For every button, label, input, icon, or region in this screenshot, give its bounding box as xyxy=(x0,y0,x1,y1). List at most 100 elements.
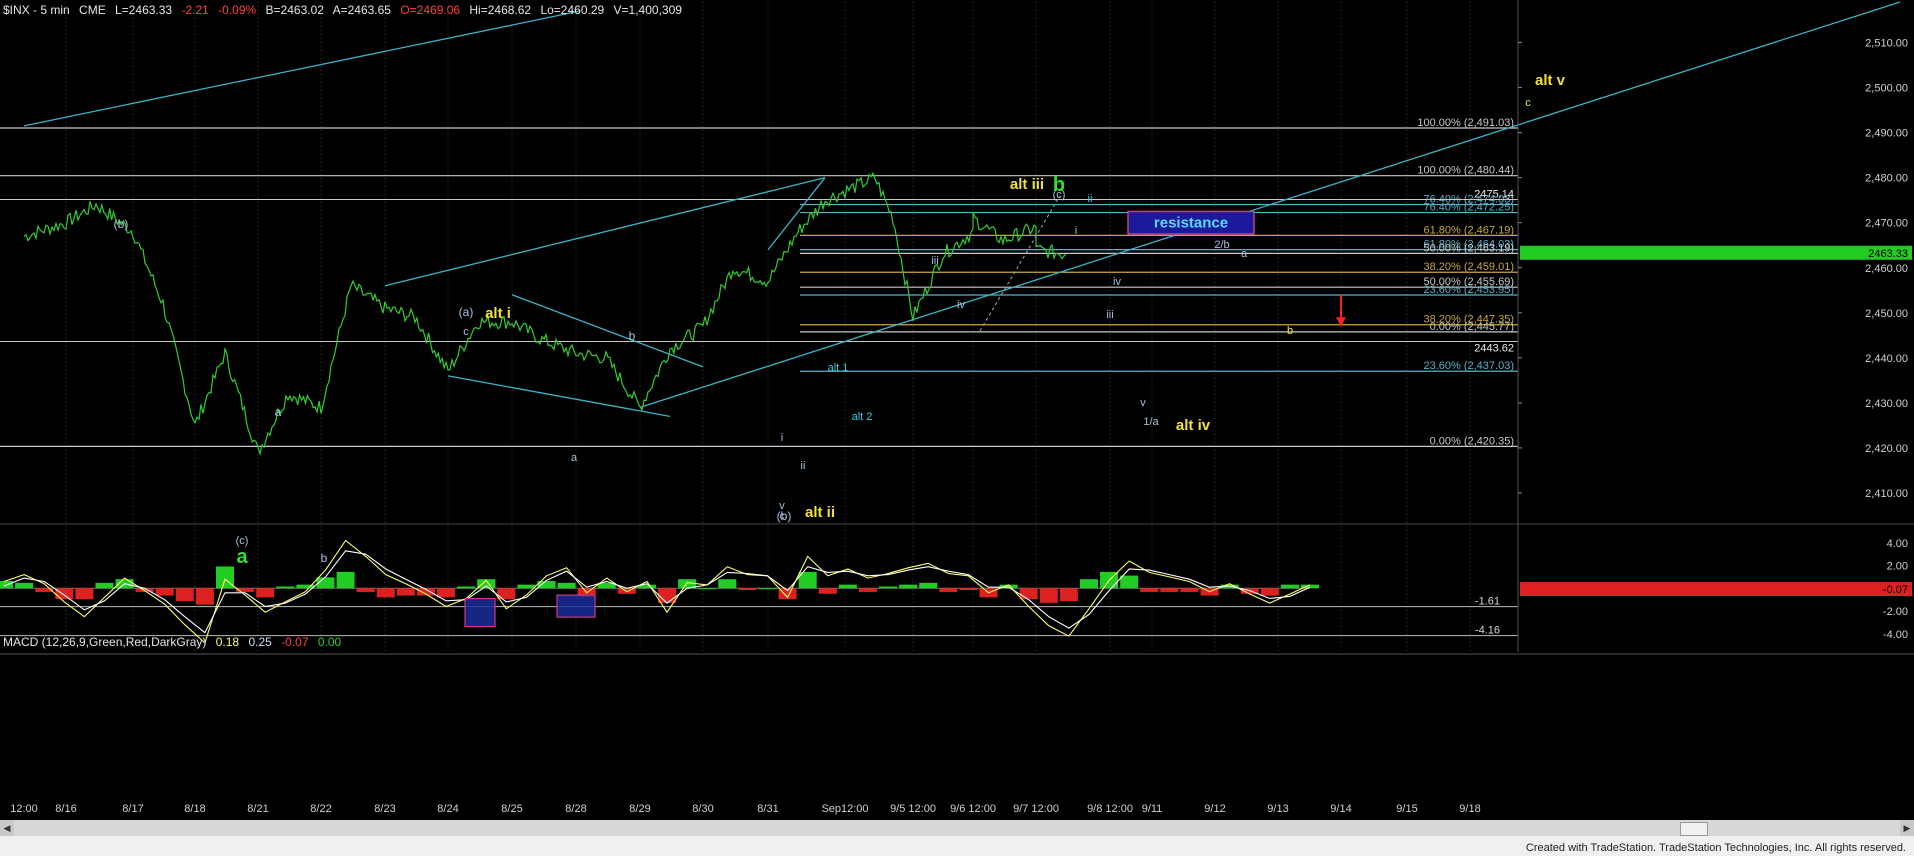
price-tick-9: 2,420.00 xyxy=(1865,443,1908,455)
last-price-badge xyxy=(1520,245,1912,260)
fib-label-4: 61.80% (2,467.19) xyxy=(1423,224,1514,236)
fib-label-9: 23.60% (2,453.95) xyxy=(1423,284,1514,296)
time-tick-12: 8/31 xyxy=(757,803,778,815)
macd-hist-bar-46 xyxy=(919,582,938,589)
wave-label-1: a xyxy=(236,546,248,568)
time-tick-22: 9/15 xyxy=(1396,803,1417,815)
wave-label-23: ii xyxy=(1088,193,1093,205)
time-tick-19: 9/12 xyxy=(1204,803,1225,815)
macd-hist-bar-35 xyxy=(698,588,717,590)
macd-hist-bar-37 xyxy=(738,588,757,591)
scroll-thumb[interactable] xyxy=(1680,822,1708,836)
macd-hist-bar-9 xyxy=(175,588,194,602)
fib-label-3: 76.40% (2,472.25) xyxy=(1423,202,1514,214)
macd-hist-bar-45 xyxy=(899,584,918,589)
time-tick-10: 8/29 xyxy=(629,803,650,815)
wave-label-4: b xyxy=(321,551,328,565)
price-series: resistance xyxy=(23,171,1346,456)
fib-label-13: 0.00% (2,420.35) xyxy=(1430,435,1514,447)
wave-label-20: alt iii xyxy=(1010,176,1044,193)
high-label: Hi=2468.62 xyxy=(469,3,531,17)
macd-hist-bar-38 xyxy=(758,588,777,590)
macd-value: 0.18 xyxy=(216,635,240,649)
exchange-label: CME xyxy=(79,3,106,17)
trendlines xyxy=(23,1,1901,418)
time-tick-13: Sep12:00 xyxy=(821,803,868,815)
macd-current-label: -0.07 xyxy=(1883,584,1908,596)
macd-hist-bar-63 xyxy=(1260,588,1279,596)
vertical-gridlines xyxy=(65,2,1471,652)
wave-label-18: iii xyxy=(931,255,938,267)
wave-label-27: v xyxy=(1140,397,1146,409)
macd-hist-bar-11 xyxy=(216,566,235,589)
wave-label-33: alt v xyxy=(1535,72,1566,89)
macd-level-label-0: -1.61 xyxy=(1475,596,1500,608)
macd-hist-bar-26 xyxy=(517,584,536,589)
time-tick-2: 8/17 xyxy=(122,803,143,815)
macd-tick-0: 4.00 xyxy=(1887,538,1908,550)
price-axis: 2,510.00 2,500.00 2,490.00 2,480.00 2,470.00… xyxy=(1517,0,1912,652)
time-tick-14: 9/5 12:00 xyxy=(890,803,936,815)
macd-hist-bar-18 xyxy=(356,588,375,592)
price-tick-7: 2,440.00 xyxy=(1865,353,1908,365)
price-tick-0: 2,510.00 xyxy=(1865,38,1908,50)
time-tick-11: 8/30 xyxy=(692,803,713,815)
bid-label: B=2463.02 xyxy=(266,3,325,17)
price-tick-2: 2,490.00 xyxy=(1865,128,1908,140)
fib-label-6: 50.00% (2,463.19) xyxy=(1423,242,1514,254)
wave-label-19: iv xyxy=(957,299,965,311)
wave-label-32: b xyxy=(1287,325,1293,337)
fib-label-0: 100.00% (2,491.03) xyxy=(1417,117,1514,129)
scroll-left-arrow-icon[interactable]: ◀ xyxy=(0,820,14,836)
macd-hist-bar-56 xyxy=(1120,575,1139,589)
last-price-label: L=2463.33 xyxy=(115,3,172,17)
macd-hist-bar-54 xyxy=(1079,579,1098,589)
macd-hist-bar-47 xyxy=(939,588,958,592)
time-tick-6: 8/23 xyxy=(374,803,395,815)
wave-label-17: alt ii xyxy=(805,504,835,521)
trading-chart-window: 100.00% (2,491.03) 100.00% (2,480.44) 76.4… xyxy=(0,0,1914,856)
macd-name: MACD (12,26,9,Green,Red,DarkGray) xyxy=(3,635,206,649)
macd-hist-bar-33 xyxy=(658,588,677,603)
trendline-4 xyxy=(447,375,671,418)
time-tick-16: 9/7 12:00 xyxy=(1013,803,1059,815)
macd-zero-value: 0.00 xyxy=(318,635,342,649)
wave-label-13: ii xyxy=(801,460,806,472)
time-tick-0: 12:00 xyxy=(10,803,38,815)
macd-hist-bar-53 xyxy=(1059,588,1078,602)
time-scrollbar[interactable]: ◀ ▶ xyxy=(0,820,1914,836)
macd-hist-bar-3 xyxy=(55,588,74,600)
time-tick-5: 8/22 xyxy=(310,803,331,815)
macd-hist-bar-58 xyxy=(1160,588,1179,592)
wave-label-31: a xyxy=(1241,248,1248,260)
trendline-0 xyxy=(23,10,581,127)
footer-credit: Created with TradeStation. TradeStation … xyxy=(1525,842,1906,854)
time-tick-3: 8/18 xyxy=(184,803,205,815)
macd-hist-bar-4 xyxy=(75,588,94,600)
scroll-right-arrow-icon[interactable]: ▶ xyxy=(1900,820,1914,836)
wave-label-7: alt i xyxy=(485,305,511,322)
wave-label-6: c xyxy=(463,326,469,338)
macd-level-label-1: -4.16 xyxy=(1475,625,1500,637)
status-bar: Created with TradeStation. TradeStation … xyxy=(0,836,1914,856)
wave-label-28: 1/a xyxy=(1143,416,1159,428)
price-tick-3: 2,480.00 xyxy=(1865,173,1908,185)
price-tick-10: 2,410.00 xyxy=(1865,488,1908,500)
symbol-label: $INX - 5 min xyxy=(3,3,70,17)
resistance-label: resistance xyxy=(1154,215,1228,232)
wave-label-29: alt iv xyxy=(1176,417,1211,434)
macd-hist-bar-36 xyxy=(718,579,737,589)
wave-label-34: c xyxy=(1525,97,1531,109)
price-tick-1: 2,500.00 xyxy=(1865,83,1908,95)
wave-label-12: i xyxy=(781,432,783,444)
macd-current-badge xyxy=(1520,582,1912,597)
macd-hist-bar-59 xyxy=(1180,588,1199,592)
macd-hist-bar-43 xyxy=(858,588,877,592)
macd-hist-bar-10 xyxy=(195,588,214,605)
change-pct-label: -0.09% xyxy=(218,3,256,17)
price-chart[interactable]: 100.00% (2,491.03) 100.00% (2,480.44) 76.4… xyxy=(0,0,1914,820)
macd-hist-bar-42 xyxy=(838,584,857,589)
time-tick-23: 9/18 xyxy=(1459,803,1480,815)
wave-label-30: 2/b xyxy=(1214,239,1229,251)
last-price-badge-label: 2463.33 xyxy=(1868,248,1908,260)
